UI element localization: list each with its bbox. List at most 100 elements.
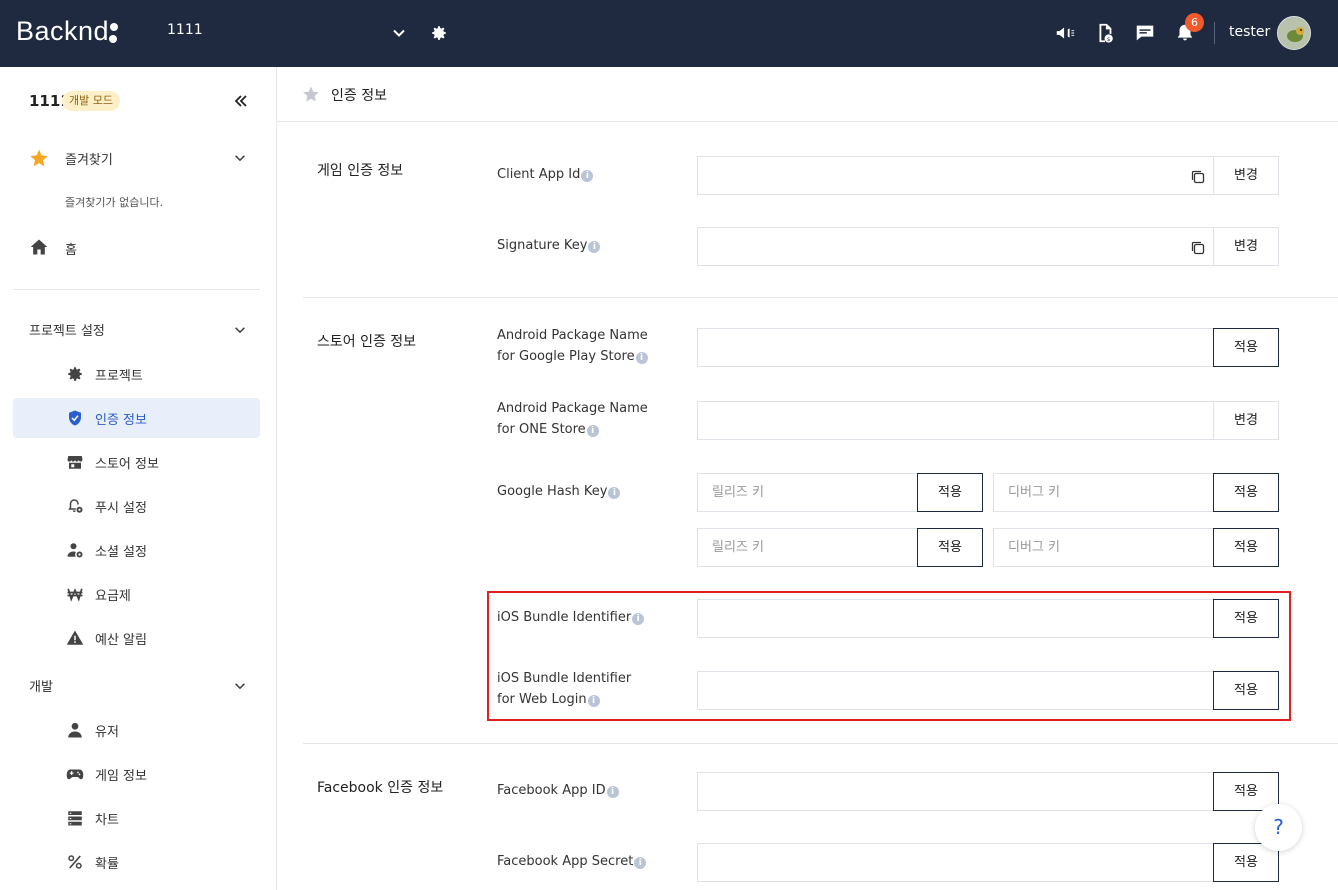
label-text: Client App Id xyxy=(497,167,581,182)
change-signature-key-button[interactable]: 변경 xyxy=(1213,227,1279,266)
field-label-signature-key: Signature Key i xyxy=(497,235,601,256)
project-selector[interactable]: 1111 xyxy=(167,22,203,38)
apply-android-google-button[interactable]: 적용 xyxy=(1213,328,1279,367)
change-client-app-id-button[interactable]: 변경 xyxy=(1213,156,1279,195)
android-one-package-input[interactable] xyxy=(697,401,1214,440)
apply-ios-web-login-button[interactable]: 적용 xyxy=(1213,671,1279,710)
section-label: 프로젝트 설정 xyxy=(29,324,105,339)
signature-key-input[interactable] xyxy=(697,227,1214,266)
apply-release-key-button[interactable]: 적용 xyxy=(917,473,983,512)
chevron-down-icon[interactable] xyxy=(233,679,247,693)
sidebar-item-auth-info[interactable]: 인증 정보 xyxy=(13,398,260,438)
sidebar-section-dev[interactable]: 개발 xyxy=(29,676,259,698)
sidebar-item-store-info[interactable]: 스토어 정보 xyxy=(13,442,260,482)
label-text: Android Package Name xyxy=(497,328,648,343)
field-label-fb-app-secret: Facebook App Secret i xyxy=(497,851,647,872)
page-title: 인증 정보 xyxy=(331,88,387,104)
copy-icon[interactable] xyxy=(1190,240,1206,256)
shield-check-icon xyxy=(69,410,81,426)
top-bar: Backnd 1111 $ 6 tester xyxy=(0,0,1338,67)
release-key-input[interactable]: 릴리즈 키 xyxy=(697,473,918,512)
sidebar-item-user[interactable]: 유저 xyxy=(13,710,260,750)
section-title-facebook: Facebook 인증 정보 xyxy=(317,780,444,796)
section-divider xyxy=(303,743,1338,744)
favorites-empty-text: 즐겨찾기가 없습니다. xyxy=(65,196,164,209)
sidebar-item-label: 차트 xyxy=(95,813,119,828)
dev-mode-badge: 개발 모드 xyxy=(62,91,120,111)
label-text: Android Package Name xyxy=(497,401,648,416)
won-icon xyxy=(67,588,83,602)
percent-icon xyxy=(68,855,82,869)
sidebar-divider xyxy=(13,289,260,290)
username[interactable]: tester xyxy=(1229,24,1270,40)
double-chevron-left-icon[interactable] xyxy=(233,93,249,109)
megaphone-icon[interactable] xyxy=(1054,22,1076,44)
info-icon[interactable]: i xyxy=(581,170,594,182)
debug-key-input[interactable]: 디버그 키 xyxy=(993,528,1214,567)
ios-bundle-input[interactable] xyxy=(697,599,1214,638)
sidebar-item-label: 스토어 정보 xyxy=(95,457,159,472)
favorites-label: 즐겨찾기 xyxy=(65,153,113,168)
chevron-down-icon[interactable] xyxy=(233,151,247,165)
sidebar-favorites[interactable]: 즐겨찾기 xyxy=(29,147,259,169)
info-icon[interactable]: i xyxy=(606,786,619,798)
label-text: Facebook App ID xyxy=(497,783,606,798)
fb-app-secret-input[interactable] xyxy=(697,843,1214,882)
help-button[interactable]: ? xyxy=(1255,804,1302,851)
logo-text: Backnd xyxy=(16,16,110,46)
sidebar-item-social-settings[interactable]: 소셜 설정 xyxy=(13,530,260,570)
document-dollar-icon[interactable]: $ xyxy=(1094,22,1116,44)
field-label-ios-bundle: iOS Bundle Identifier i xyxy=(497,607,645,628)
apply-debug-key-button[interactable]: 적용 xyxy=(1213,473,1279,512)
sidebar-item-push-settings[interactable]: 푸시 설정 xyxy=(13,486,260,526)
chat-icon[interactable] xyxy=(1134,22,1156,44)
copy-icon[interactable] xyxy=(1190,169,1206,185)
info-icon[interactable]: i xyxy=(608,487,621,499)
label-text: Facebook App Secret xyxy=(497,854,634,869)
info-icon[interactable]: i xyxy=(587,695,600,707)
sidebar-item-budget-alert[interactable]: 예산 알림 xyxy=(13,618,260,658)
backnd-logo[interactable]: Backnd xyxy=(16,16,126,47)
sidebar-item-label: 확률 xyxy=(95,857,119,872)
apply-ios-bundle-button[interactable]: 적용 xyxy=(1213,599,1279,638)
chevron-down-icon[interactable] xyxy=(391,25,407,41)
info-icon[interactable]: i xyxy=(635,352,648,364)
change-android-one-button[interactable]: 변경 xyxy=(1213,401,1279,440)
sidebar-item-label: 푸시 설정 xyxy=(95,501,147,516)
avatar[interactable] xyxy=(1277,16,1311,50)
field-label-android-google: Android Package Name for Google Play Stor… xyxy=(497,325,648,367)
sidebar: 1111 개발 모드 즐겨찾기 즐겨찾기가 없습니다. 홈 프로젝트 설정 프로… xyxy=(0,67,277,890)
sidebar-item-label: 요금제 xyxy=(95,589,131,604)
user-gear-icon xyxy=(67,543,83,558)
chevron-down-icon[interactable] xyxy=(233,323,247,337)
label-text: iOS Bundle Identifier xyxy=(497,671,632,686)
sidebar-item-pricing[interactable]: 요금제 xyxy=(13,574,260,614)
info-icon[interactable]: i xyxy=(632,613,645,625)
android-google-package-input[interactable] xyxy=(697,328,1214,367)
sidebar-section-project-settings[interactable]: 프로젝트 설정 xyxy=(29,320,259,342)
sidebar-item-chart[interactable]: 차트 xyxy=(13,798,260,838)
star-outline-icon[interactable] xyxy=(302,85,320,103)
sidebar-item-label: 인증 정보 xyxy=(95,413,147,428)
sidebar-item-game-info[interactable]: 게임 정보 xyxy=(13,754,260,794)
ios-web-login-input[interactable] xyxy=(697,671,1214,710)
sidebar-item-project[interactable]: 프로젝트 xyxy=(13,354,260,394)
client-app-id-input[interactable] xyxy=(697,156,1214,195)
sidebar-item-probability[interactable]: 확률 xyxy=(13,842,260,882)
main-content: 인증 정보 게임 인증 정보 Client App Id i 변경 Signatu… xyxy=(277,67,1338,890)
sidebar-item-home[interactable]: 홈 xyxy=(29,237,259,259)
info-icon[interactable]: i xyxy=(588,241,601,253)
label-text: iOS Bundle Identifier xyxy=(497,610,632,625)
gear-icon[interactable] xyxy=(430,24,448,42)
star-icon xyxy=(30,149,48,167)
apply-release-key-button[interactable]: 적용 xyxy=(917,528,983,567)
info-icon[interactable]: i xyxy=(634,857,647,869)
sidebar-item-label: 프로젝트 xyxy=(95,369,143,384)
apply-debug-key-button[interactable]: 적용 xyxy=(1213,528,1279,567)
info-icon[interactable]: i xyxy=(586,425,599,437)
debug-key-input[interactable]: 디버그 키 xyxy=(993,473,1214,512)
section-label: 개발 xyxy=(29,680,53,695)
notification-badge: 6 xyxy=(1185,13,1204,32)
release-key-input[interactable]: 릴리즈 키 xyxy=(697,528,918,567)
fb-app-id-input[interactable] xyxy=(697,772,1214,811)
